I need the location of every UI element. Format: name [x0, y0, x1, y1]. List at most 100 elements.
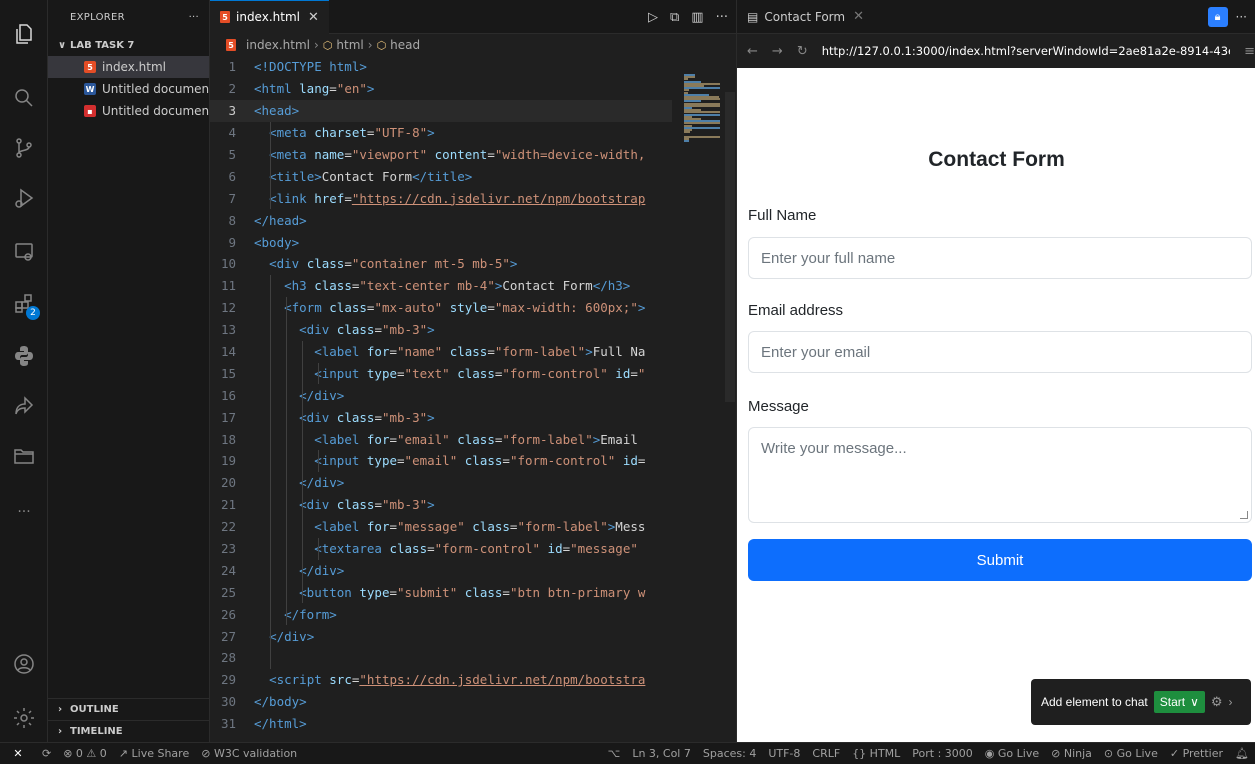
- more-actions-icon[interactable]: ···: [716, 10, 728, 25]
- timeline-section[interactable]: › TIMELINE: [48, 720, 209, 742]
- code-line[interactable]: 19 <input type="email" class="form-contr…: [210, 450, 680, 472]
- code-line[interactable]: 14 <label for="name" class="form-label">…: [210, 341, 680, 363]
- live-share-icon[interactable]: [10, 392, 38, 420]
- gear-icon[interactable]: ⚙: [1211, 694, 1223, 710]
- python-icon[interactable]: [10, 342, 38, 370]
- code-line[interactable]: 2 <html lang="en">: [210, 78, 680, 100]
- code-line[interactable]: 12 <form class="mx-auto" style="max-widt…: [210, 297, 680, 319]
- code-line[interactable]: 20 </div>: [210, 472, 680, 494]
- file-item[interactable]: ▪ Untitled documen...: [48, 100, 209, 122]
- cursor-position[interactable]: Ln 3, Col 7: [626, 747, 697, 760]
- code-line[interactable]: 17 <div class="mb-3">: [210, 406, 680, 428]
- menu-icon[interactable]: ≡: [1244, 44, 1255, 59]
- git-branch-icon[interactable]: ⌥: [602, 747, 627, 760]
- problems-indicator[interactable]: ⊗ 0 ⚠ 0: [57, 747, 113, 760]
- breadcrumb-head[interactable]: head: [390, 38, 420, 52]
- open-changes-icon[interactable]: ⧉: [670, 10, 679, 25]
- indentation[interactable]: Spaces: 4: [697, 747, 762, 760]
- code-line[interactable]: 29 <script src="https://cdn.jsdelivr.net…: [210, 669, 680, 691]
- code-line[interactable]: 10 <div class="container mt-5 mb-5">: [210, 253, 680, 275]
- folder-icon[interactable]: [10, 442, 38, 470]
- run-debug-icon[interactable]: [10, 184, 38, 212]
- file-item[interactable]: W Untitled documen...: [48, 78, 209, 100]
- more-icon[interactable]: ···: [10, 498, 38, 526]
- code-line[interactable]: 28: [210, 647, 680, 669]
- simple-browser: ▤ Contact Form ✕ 🔒︎ ··· ← → ↻ http://127…: [736, 0, 1255, 742]
- port-status[interactable]: Port : 3000: [906, 747, 979, 760]
- reload-icon[interactable]: ↻: [797, 44, 808, 59]
- settings-gear-icon[interactable]: [10, 704, 38, 732]
- code-line[interactable]: 31 </html>: [210, 713, 680, 735]
- code-line[interactable]: 13 <div class="mb-3">: [210, 319, 680, 341]
- go-live-button[interactable]: ◉ Go Live: [979, 747, 1045, 760]
- email-input[interactable]: Enter your email: [748, 331, 1252, 373]
- code-line[interactable]: 30 </body>: [210, 691, 680, 713]
- code-line[interactable]: 3 <head>: [210, 99, 680, 122]
- resize-handle-icon[interactable]: [1240, 511, 1248, 519]
- browser-tab-label[interactable]: Contact Form: [764, 10, 845, 24]
- lock-icon[interactable]: 🔒︎: [1207, 7, 1228, 27]
- remote-icon[interactable]: ✕: [0, 742, 36, 764]
- close-icon[interactable]: ✕: [853, 9, 864, 24]
- source-control-icon[interactable]: [10, 134, 38, 162]
- explorer-files-icon[interactable]: [10, 20, 38, 48]
- split-editor-icon[interactable]: ▥: [691, 10, 703, 25]
- code-line[interactable]: 21 <div class="mb-3">: [210, 494, 680, 516]
- code-line[interactable]: 11 <h3 class="text-center mb-4">Contact …: [210, 275, 680, 297]
- submit-button[interactable]: Submit: [748, 539, 1252, 581]
- code-line[interactable]: 18 <label for="email" class="form-label"…: [210, 428, 680, 450]
- back-icon[interactable]: ←: [747, 44, 758, 59]
- breadcrumb-file[interactable]: index.html: [246, 38, 310, 52]
- w3c-validation-status[interactable]: ⊘ W3C validation: [195, 747, 303, 760]
- vertical-scrollbar[interactable]: [725, 92, 735, 402]
- run-icon[interactable]: ▷: [648, 10, 658, 25]
- more-actions-icon[interactable]: ···: [1236, 10, 1247, 24]
- code-area[interactable]: 1 <!DOCTYPE html> 2 <html lang="en"> 3 <head>…: [210, 56, 680, 742]
- message-textarea[interactable]: Write your message...: [748, 427, 1252, 523]
- code-line[interactable]: 25 <button type="submit" class="btn btn-…: [210, 581, 680, 603]
- end-of-line[interactable]: CRLF: [806, 747, 846, 760]
- code-line[interactable]: 24 </div>: [210, 559, 680, 581]
- file-item[interactable]: 5 index.html: [48, 56, 209, 78]
- full-name-input[interactable]: Enter your full name: [748, 237, 1252, 279]
- code-line[interactable]: 4 <meta charset="UTF-8">: [210, 122, 680, 144]
- forward-icon[interactable]: →: [772, 44, 783, 59]
- code-line[interactable]: 6 <title>Contact Form</title>: [210, 165, 680, 187]
- code-line[interactable]: 9 <body>: [210, 231, 680, 253]
- url-input[interactable]: http://127.0.0.1:3000/index.html?serverW…: [822, 44, 1230, 58]
- search-icon[interactable]: [10, 84, 38, 112]
- chevron-right-icon[interactable]: ›: [1229, 695, 1233, 709]
- code-line[interactable]: 27 </div>: [210, 625, 680, 647]
- prettier-status[interactable]: ✓ Prettier: [1164, 747, 1229, 760]
- remote-explorer-icon[interactable]: [10, 238, 38, 266]
- language-mode[interactable]: {} HTML: [846, 747, 906, 760]
- explorer-more-button[interactable]: ···: [189, 12, 199, 23]
- code-line[interactable]: 23 <textarea class="form-control" id="me…: [210, 538, 680, 560]
- code-line[interactable]: 8 </head>: [210, 209, 680, 231]
- sync-icon[interactable]: ⟳: [36, 747, 57, 760]
- notifications-bell-icon[interactable]: 🔔︎: [1229, 747, 1255, 760]
- ninja-status[interactable]: ⊘ Ninja: [1045, 747, 1098, 760]
- folder-lab-task-7[interactable]: ∨ LAB TASK 7: [48, 34, 209, 56]
- code-line[interactable]: 16 </div>: [210, 384, 680, 406]
- chevron-down-icon[interactable]: ∨: [1190, 695, 1199, 709]
- code-line[interactable]: 22 <label for="message" class="form-labe…: [210, 516, 680, 538]
- outline-section[interactable]: › OUTLINE: [48, 698, 209, 720]
- go-live-button-2[interactable]: ⊙ Go Live: [1098, 747, 1164, 760]
- close-icon[interactable]: ✕: [308, 10, 319, 25]
- code-token: =: [389, 584, 398, 600]
- tab-index-html[interactable]: 5 index.html ✕: [210, 0, 329, 34]
- start-button[interactable]: Start ∨: [1153, 691, 1205, 713]
- code-line[interactable]: 1 <!DOCTYPE html>: [210, 56, 680, 78]
- extensions-icon[interactable]: 2: [10, 290, 40, 320]
- code-line[interactable]: 26 </form>: [210, 603, 680, 625]
- breadcrumb-html[interactable]: html: [336, 38, 363, 52]
- encoding[interactable]: UTF-8: [762, 747, 806, 760]
- live-share-status[interactable]: ↗ Live Share: [113, 747, 195, 760]
- account-icon[interactable]: [10, 650, 38, 678]
- code-line[interactable]: 7 <link href="https://cdn.jsdelivr.net/n…: [210, 187, 680, 209]
- code-line[interactable]: 15 <input type="text" class="form-contro…: [210, 362, 680, 384]
- code-line[interactable]: 5 <meta name="viewport" content="width=d…: [210, 144, 680, 166]
